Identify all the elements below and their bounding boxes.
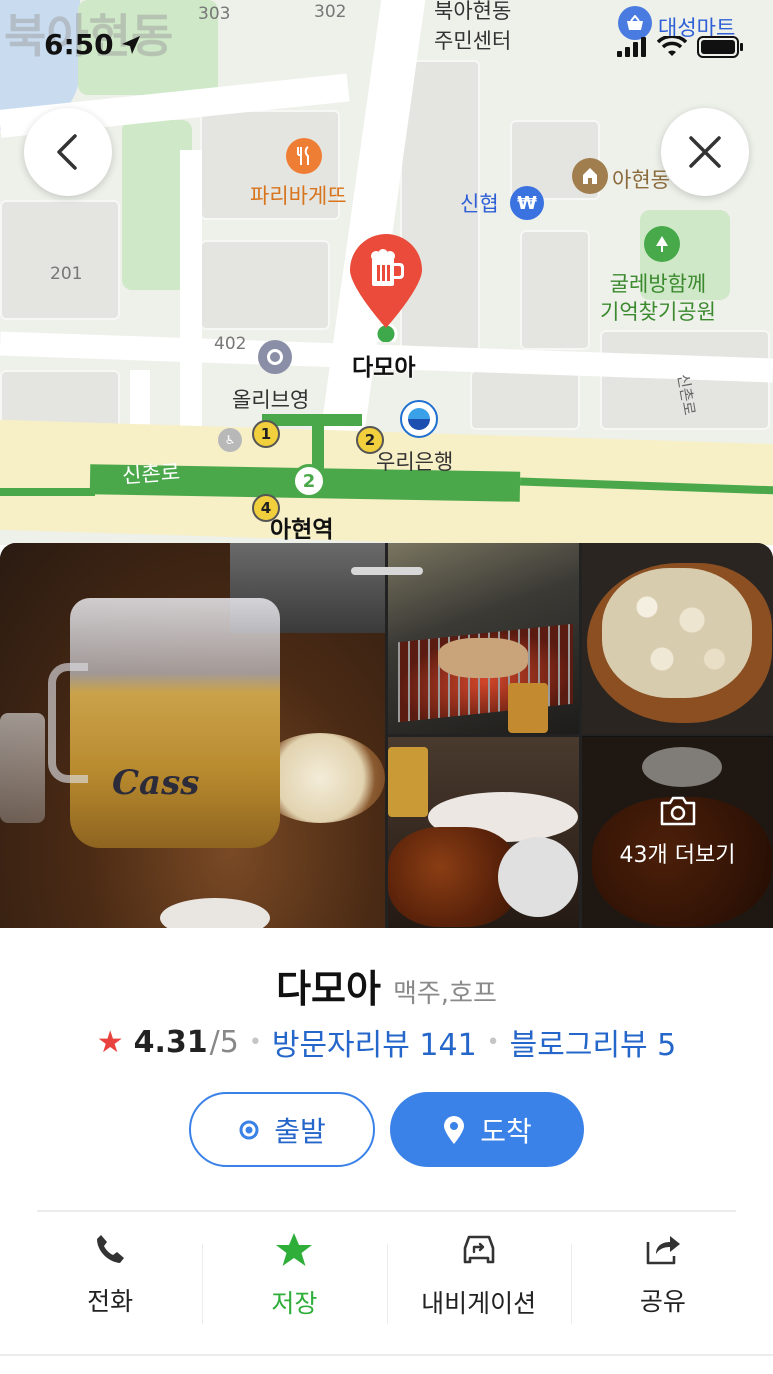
restroom-icon: ♿ <box>218 428 242 452</box>
shopping-basket-icon <box>618 6 652 40</box>
bank-icon: ₩ <box>510 186 544 220</box>
share-label: 공유 <box>639 1287 686 1316</box>
subway-exit-badge: 1 <box>252 420 280 448</box>
rating-value: 4.31 <box>133 1024 208 1060</box>
map-label-park: 굴레방함께 기억찾기공원 <box>600 272 716 324</box>
bottom-divider <box>0 1354 773 1356</box>
rating-max: /5 <box>209 1024 239 1060</box>
map-label-community-center: 북아현동 주민센터 <box>434 0 512 53</box>
map-label-paris-baguette: 파리바게뜨 <box>250 184 347 208</box>
chevron-left-icon <box>57 134 77 170</box>
map-number-label: 201 <box>50 264 83 284</box>
rating-row: ★ 4.31 /5 • 방문자리뷰 141 • 블로그리뷰 5 <box>0 1020 773 1064</box>
separator-dot: • <box>248 1029 262 1055</box>
place-name: 다모아 <box>276 967 381 1011</box>
map-label-ahyeon-station: 아현역 <box>270 517 334 543</box>
map-view[interactable]: 북아현동 303 302 201 402 북아현동 주민센터 대성마트 파리바게… <box>0 0 773 545</box>
more-photos-label: 43개 더보기 <box>619 843 736 868</box>
sheet-drag-handle[interactable] <box>351 567 423 575</box>
map-label-olive-young: 올리브영 <box>232 388 310 412</box>
blog-reviews-link[interactable]: 블로그리뷰 5 <box>510 1020 677 1064</box>
place-category: 맥주,호프 <box>392 979 497 1009</box>
map-label-ahyeon-church: 아현동 <box>612 168 670 192</box>
depart-button[interactable]: 출발 <box>189 1092 375 1167</box>
save-action[interactable]: 저장 <box>202 1232 386 1332</box>
map-number-label: 402 <box>214 334 247 354</box>
navigation-label: 내비게이션 <box>421 1289 537 1318</box>
map-number-label: 303 <box>198 4 231 24</box>
status-bar-time: 6:50 <box>44 28 142 61</box>
park-tree-icon <box>644 226 680 262</box>
origin-dot-icon <box>239 1120 259 1139</box>
church-icon <box>572 158 608 194</box>
wifi-icon <box>657 36 687 56</box>
close-button[interactable] <box>661 108 749 196</box>
battery-icon <box>697 36 743 58</box>
olive-young-icon <box>258 340 292 374</box>
subway-line-2-icon: 2 <box>292 464 326 498</box>
map-label-woori-bank: 우리은행 <box>376 450 454 474</box>
depart-label: 출발 <box>274 1114 326 1148</box>
location-pin-icon <box>444 1115 465 1144</box>
save-label: 저장 <box>271 1289 318 1318</box>
cellular-signal-icon <box>617 37 646 57</box>
map-number-label: 302 <box>314 2 347 22</box>
star-icon <box>276 1233 313 1266</box>
camera-icon <box>660 796 695 826</box>
visitor-reviews-link[interactable]: 방문자리뷰 141 <box>272 1020 477 1064</box>
map-label-shinhyup: 신협 <box>460 192 499 216</box>
subway-exit-badge: 2 <box>356 426 384 454</box>
call-label: 전화 <box>87 1287 134 1316</box>
photo-chicken[interactable] <box>388 737 579 928</box>
arrive-button[interactable]: 도착 <box>390 1092 584 1167</box>
close-icon <box>689 136 721 168</box>
place-marker[interactable] <box>346 232 426 346</box>
share-icon <box>646 1236 680 1265</box>
back-button[interactable] <box>24 108 112 196</box>
woori-bank-icon <box>400 400 438 438</box>
phone-icon <box>97 1235 125 1263</box>
divider <box>37 1210 736 1212</box>
photo-main[interactable]: Cass <box>0 543 385 928</box>
location-arrow-icon <box>121 35 140 54</box>
photo-snack[interactable] <box>582 543 773 734</box>
more-photos-button[interactable]: 43개 더보기 <box>582 736 773 928</box>
status-bar-icons <box>617 36 743 58</box>
share-action[interactable]: 공유 <box>570 1232 755 1332</box>
action-bar: 전화 저장 내비게이션 공유 <box>18 1232 755 1332</box>
separator-dot: • <box>486 1029 500 1055</box>
restaurant-icon <box>286 138 322 174</box>
place-title-row: 다모아 맥주,호프 <box>0 958 773 1013</box>
arrive-label: 도착 <box>480 1114 532 1148</box>
rating-star-icon: ★ <box>96 1024 124 1060</box>
call-action[interactable]: 전화 <box>18 1232 202 1332</box>
marker-label: 다모아 <box>352 355 416 381</box>
navigation-action[interactable]: 내비게이션 <box>386 1232 571 1332</box>
map-label-sinchon-ro: 신촌로 <box>121 460 181 488</box>
car-navigation-icon <box>463 1235 494 1264</box>
